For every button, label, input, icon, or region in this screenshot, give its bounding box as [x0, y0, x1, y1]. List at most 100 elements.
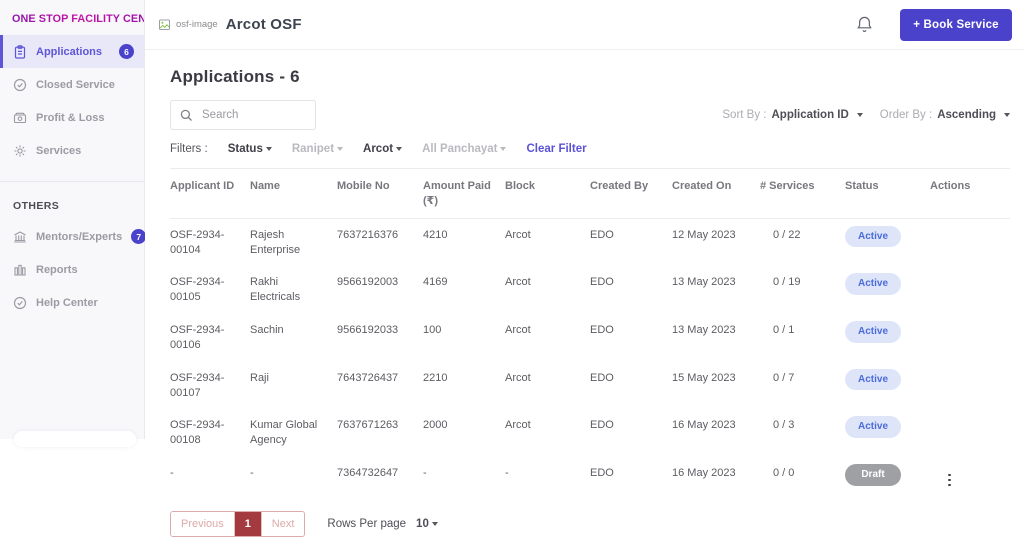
cell-block: -	[505, 467, 509, 480]
sidebar-item-services[interactable]: Services	[0, 134, 144, 167]
chevron-down-icon	[265, 147, 272, 151]
sidebar-item-label: Applications	[36, 45, 103, 58]
logo-alt-text: osf-image	[176, 19, 218, 30]
cell-created-on: 12 May 2023	[672, 228, 736, 241]
cell-services-count: 0 / 0	[773, 467, 795, 480]
sidebar-item-mentors-experts[interactable]: Mentors/Experts 7	[0, 220, 147, 253]
sidebar-item-applications[interactable]: Applications 6	[0, 35, 144, 68]
filter-label: Arcot	[363, 143, 394, 155]
cell-created-by: EDO	[590, 276, 614, 289]
main-content: Applications - 6 Sort By : Application I…	[145, 51, 1024, 537]
filter-label: All Panchayat	[422, 143, 498, 155]
table-row: OSF-2934-00108 Kumar Global Agency 76376…	[170, 409, 1010, 457]
sidebar-item-profit-loss[interactable]: Profit & Loss	[0, 101, 144, 134]
check-circle-icon	[13, 78, 27, 92]
order-by-label: Order By :	[879, 109, 933, 121]
cell-amount-paid: -	[423, 467, 427, 480]
help-circle-icon	[13, 296, 27, 310]
status-badge: Active	[845, 416, 901, 438]
current-page-button[interactable]: 1	[234, 512, 261, 537]
sort-by-label: Sort By :	[722, 109, 767, 121]
column-header: Mobile No	[337, 180, 390, 192]
search-input[interactable]	[200, 108, 306, 122]
applications-count-badge: 6	[119, 44, 134, 59]
cell-mobile-no: 7637671263	[337, 419, 399, 432]
cell-amount-paid: 4169	[423, 276, 448, 289]
status-badge: Active	[845, 225, 901, 248]
book-service-button[interactable]: + Book Service	[900, 8, 1012, 41]
filter-status-dropdown[interactable]: Status	[228, 143, 272, 155]
filters-label: Filters :	[170, 143, 208, 155]
pagination-row: Previous 1 Next Rows Per page 10	[170, 511, 1010, 537]
cell-services-count: 0 / 1	[773, 324, 795, 337]
cell-services-count: 0 / 19	[773, 276, 801, 289]
filter-block-dropdown[interactable]: Arcot	[363, 143, 403, 155]
chevron-down-icon	[500, 147, 507, 151]
filter-district-dropdown[interactable]: Ranipet	[292, 143, 344, 155]
cell-created-by: EDO	[590, 467, 614, 480]
filter-label: Status	[227, 143, 263, 155]
cell-amount-paid: 100	[423, 324, 442, 337]
notification-bell-icon[interactable]	[855, 15, 874, 35]
page-title-header: Arcot OSF	[225, 16, 302, 33]
cell-applicant-id: -	[170, 467, 174, 480]
cell-services-count: 0 / 3	[773, 419, 795, 432]
table-row: OSF-2934-00104 Rajesh Enterprise 7637216…	[170, 219, 1010, 267]
column-header: Amount Paid (₹)	[423, 180, 491, 207]
column-header: Name	[250, 180, 280, 192]
mentors-count-badge: 7	[131, 229, 147, 244]
search-icon	[180, 109, 193, 122]
sidebar-nav: Applications 6 Closed Service Profit & L…	[0, 35, 144, 167]
cell-name: Raji	[250, 371, 269, 384]
cell-name: Kumar Global Agency	[250, 419, 318, 447]
row-menu-icon[interactable]	[942, 472, 957, 489]
chevron-down-icon	[396, 147, 403, 151]
column-header: Created By	[590, 180, 649, 192]
cell-mobile-no: 7637216376	[337, 228, 399, 241]
cell-mobile-no: 7364732647	[337, 467, 399, 480]
cell-name: -	[250, 467, 254, 480]
cell-block: Arcot	[505, 228, 531, 241]
others-section-label: OTHERS	[13, 200, 60, 212]
cell-block: Arcot	[505, 419, 531, 432]
cell-name: Rajesh Enterprise	[250, 228, 301, 256]
previous-page-button[interactable]: Previous	[171, 512, 235, 537]
column-header: Created On	[672, 180, 732, 192]
cell-name: Sachin	[250, 324, 284, 337]
rows-per-page-select[interactable]: 10	[416, 518, 438, 530]
cell-applicant-id: OSF-2934-00105	[170, 276, 225, 304]
next-page-button[interactable]: Next	[260, 512, 305, 537]
cell-applicant-id: OSF-2934-00104	[170, 228, 225, 256]
column-header: Block	[505, 180, 535, 192]
bar-chart-icon	[13, 263, 27, 277]
cell-created-on: 16 May 2023	[672, 467, 736, 480]
status-badge: Draft	[845, 464, 901, 486]
sidebar-item-label: Mentors/Experts	[36, 230, 123, 243]
sidebar-item-closed-service[interactable]: Closed Service	[0, 68, 144, 101]
cell-created-on: 16 May 2023	[672, 419, 736, 432]
column-header: Applicant ID	[170, 180, 235, 192]
sidebar: ONE STOP FACILITY CENTRE Applications 6 …	[0, 0, 168, 447]
sidebar-item-reports[interactable]: Reports	[0, 253, 144, 286]
status-badge: Active	[845, 321, 901, 343]
osf-logo: osf-image	[159, 19, 218, 31]
sort-by-select[interactable]: Application ID	[771, 109, 848, 121]
sidebar-item-label: Reports	[36, 263, 78, 276]
toolbar-row: Sort By : Application ID Order By : Asce…	[170, 100, 1010, 130]
table-row: OSF-2934-00105 Rakhi Electricals 9566192…	[170, 266, 1010, 314]
rows-per-page-value: 10	[416, 518, 429, 531]
cell-applicant-id: OSF-2934-00108	[170, 419, 225, 447]
sidebar-item-help-center[interactable]: Help Center	[0, 286, 144, 319]
chevron-down-icon	[337, 147, 344, 151]
cell-created-by: EDO	[590, 228, 614, 241]
cell-applicant-id: OSF-2934-00107	[170, 371, 225, 399]
cell-block: Arcot	[505, 276, 531, 289]
cell-created-by: EDO	[590, 419, 614, 432]
column-header: Actions	[930, 180, 971, 192]
order-by-select[interactable]: Ascending	[937, 109, 996, 121]
clear-filter-link[interactable]: Clear Filter	[526, 143, 586, 155]
applications-table: Applicant ID Name Mobile No Amount Paid …	[170, 168, 1010, 497]
filter-panchayat-dropdown[interactable]: All Panchayat	[422, 143, 507, 155]
cell-amount-paid: 2000	[423, 419, 448, 432]
sidebar-item-label: Help Center	[36, 296, 98, 309]
